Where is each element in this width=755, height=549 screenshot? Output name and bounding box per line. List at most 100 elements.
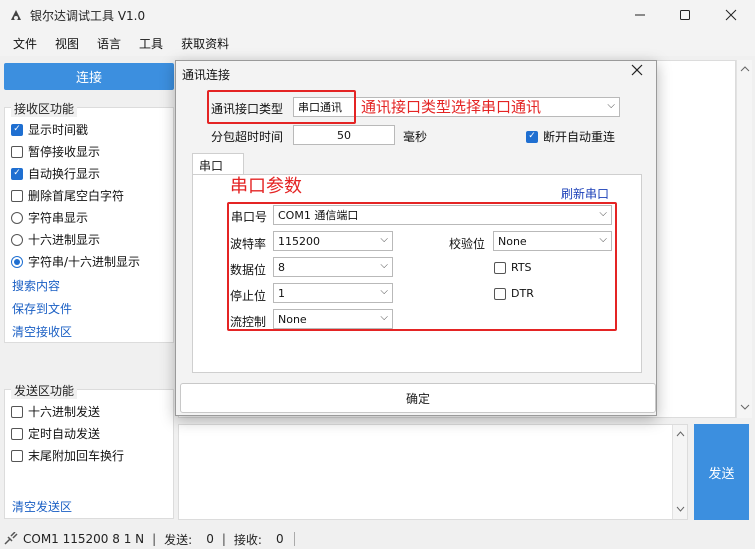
- sent-count-label: 发送:: [164, 532, 193, 547]
- tab-serial-label: 串口: [199, 159, 224, 173]
- status-separator: |: [152, 532, 157, 546]
- stopbits-value: 1: [278, 286, 285, 300]
- hex-display-option[interactable]: 十六进制显示: [11, 231, 100, 248]
- option-label: 字符串/十六进制显示: [28, 255, 141, 269]
- auto-wrap-option[interactable]: ✓ 自动换行显示: [11, 165, 100, 182]
- pause-receive-option[interactable]: 暂停接收显示: [11, 143, 100, 160]
- scroll-down-icon[interactable]: [737, 400, 753, 414]
- append-crlf-option[interactable]: 末尾附加回车换行: [11, 447, 124, 464]
- checkbox-checked-icon[interactable]: ✓: [11, 123, 23, 136]
- save-to-file-link[interactable]: 保存到文件: [12, 300, 72, 317]
- recv-count-value: 0: [275, 532, 284, 546]
- timeout-value: 50: [337, 128, 351, 142]
- option-label: 十六进制显示: [28, 233, 101, 247]
- scroll-up-icon[interactable]: [673, 427, 688, 441]
- stopbits-select[interactable]: 1 ⌵: [273, 283, 393, 303]
- option-label: 末尾附加回车换行: [28, 449, 125, 463]
- status-bar: COM1 115200 8 1 N | 发送: 0 | 接收: 0: [0, 529, 755, 549]
- clear-receive-link[interactable]: 清空接收区: [12, 323, 72, 340]
- minimize-button[interactable]: [617, 0, 663, 30]
- parity-label: 校验位: [449, 237, 486, 251]
- clear-send-link[interactable]: 清空发送区: [12, 498, 72, 515]
- send-text-area[interactable]: [178, 424, 688, 520]
- radio-icon[interactable]: [11, 211, 23, 224]
- minimize-icon: [635, 14, 645, 16]
- baud-value: 115200: [278, 234, 320, 248]
- scroll-down-icon[interactable]: [673, 502, 688, 516]
- menu-bar: 文件 视图 语言 工具 获取资料: [0, 30, 755, 56]
- auto-reconnect-label: 断开自动重连: [543, 130, 616, 144]
- checkbox-icon[interactable]: [11, 145, 23, 158]
- checkbox-checked-icon[interactable]: ✓: [526, 130, 538, 143]
- menu-get-resources[interactable]: 获取资料: [172, 35, 238, 52]
- trim-whitespace-option[interactable]: 删除首尾空白字符: [11, 187, 124, 204]
- hex-send-option[interactable]: 十六进制发送: [11, 403, 100, 420]
- parity-value: None: [498, 234, 527, 248]
- checkbox-icon[interactable]: [494, 287, 506, 300]
- rts-option[interactable]: RTS: [494, 261, 532, 274]
- option-label: 暂停接收显示: [28, 145, 101, 159]
- checkbox-icon[interactable]: [11, 427, 23, 440]
- radio-selected-icon[interactable]: [11, 255, 23, 268]
- menu-view[interactable]: 视图: [46, 35, 88, 52]
- send-button[interactable]: 发送: [694, 424, 749, 520]
- radio-icon[interactable]: [11, 233, 23, 246]
- checkbox-icon[interactable]: [11, 405, 23, 418]
- scroll-up-icon[interactable]: [737, 62, 753, 76]
- timeout-input[interactable]: 50: [293, 125, 395, 145]
- menu-language[interactable]: 语言: [88, 35, 130, 52]
- port-select[interactable]: COM1 通信端口 ⌵: [273, 205, 612, 225]
- ok-button[interactable]: 确定: [180, 383, 656, 413]
- chevron-down-icon: ⌵: [599, 234, 607, 245]
- databits-value: 8: [278, 260, 285, 274]
- connect-button[interactable]: 连接: [4, 63, 174, 90]
- chevron-down-icon: ⌵: [599, 208, 607, 219]
- parity-select[interactable]: None ⌵: [493, 231, 612, 251]
- connection-dialog: 通讯连接 通讯接口类型 串口通讯 ⌵ 通讯接口类型选择串口通讯 分包超时时间 5…: [175, 60, 657, 416]
- option-label: 删除首尾空白字符: [28, 189, 125, 203]
- dtr-label: DTR: [511, 287, 534, 300]
- menu-file[interactable]: 文件: [4, 35, 46, 52]
- databits-select[interactable]: 8 ⌵: [273, 257, 393, 277]
- receive-options-group: 接收区功能 ✓ 显示时间戳 暂停接收显示 ✓ 自动换行显示 删除首尾空白字符 字…: [4, 100, 174, 343]
- baud-select[interactable]: 115200 ⌵: [273, 231, 393, 251]
- checkbox-icon[interactable]: [494, 261, 506, 274]
- close-icon: [725, 9, 737, 21]
- show-timestamp-option[interactable]: ✓ 显示时间戳: [11, 121, 88, 138]
- flow-select[interactable]: None ⌵: [273, 309, 393, 329]
- title-bar: 银尔达调试工具 V1.0: [0, 0, 755, 30]
- string-display-option[interactable]: 字符串显示: [11, 209, 88, 226]
- checkbox-checked-icon[interactable]: ✓: [11, 167, 23, 180]
- plug-icon: [4, 532, 18, 545]
- close-window-button[interactable]: [708, 0, 754, 30]
- chevron-down-icon: ⌵: [380, 286, 388, 297]
- receive-scrollbar[interactable]: [736, 60, 752, 418]
- annotation-box-iface: [207, 90, 356, 124]
- dtr-option[interactable]: DTR: [494, 287, 534, 300]
- maximize-button[interactable]: [662, 0, 708, 30]
- checkbox-icon[interactable]: [11, 189, 23, 202]
- refresh-port-link[interactable]: 刷新串口: [561, 185, 609, 202]
- checkbox-icon[interactable]: [11, 449, 23, 462]
- annotation-iface-text: 通讯接口类型选择串口通讯: [361, 98, 542, 116]
- dialog-close-button[interactable]: [631, 64, 643, 80]
- timed-send-option[interactable]: 定时自动发送: [11, 425, 100, 442]
- auto-reconnect-option[interactable]: ✓ 断开自动重连: [526, 128, 615, 145]
- window-title: 银尔达调试工具 V1.0: [30, 8, 146, 23]
- receive-group-title: 接收区功能: [11, 100, 78, 117]
- close-icon: [631, 64, 643, 76]
- option-label: 自动换行显示: [28, 167, 101, 181]
- flow-label: 流控制: [230, 315, 267, 329]
- chevron-down-icon: ⌵: [607, 100, 615, 111]
- chevron-down-icon: ⌵: [380, 234, 388, 245]
- send-scrollbar[interactable]: [672, 425, 687, 519]
- send-group-title: 发送区功能: [11, 382, 78, 399]
- chevron-down-icon: ⌵: [380, 260, 388, 271]
- string-hex-display-option[interactable]: 字符串/十六进制显示: [11, 253, 140, 270]
- baud-label: 波特率: [230, 237, 267, 251]
- search-content-link[interactable]: 搜索内容: [12, 277, 60, 294]
- menu-tools[interactable]: 工具: [130, 35, 172, 52]
- annotation-serial-params: 串口参数: [230, 176, 302, 197]
- flow-value: None: [278, 312, 307, 326]
- recv-count-label: 接收:: [233, 532, 262, 547]
